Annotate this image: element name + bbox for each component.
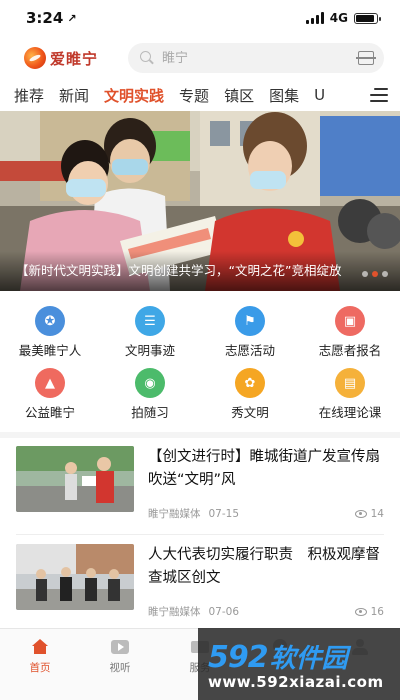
eye-icon — [354, 509, 367, 518]
person-award-icon: ✪ — [35, 306, 65, 336]
news-thumbnail-image — [16, 544, 134, 610]
news-source: 睢宁融媒体 — [148, 508, 201, 520]
channel-tabs: 推荐 新闻 文明实践 专题 镇区 图集 U — [0, 80, 400, 110]
quick-link-item[interactable]: ✪ 最美睢宁人 — [0, 300, 100, 362]
scan-icon[interactable] — [356, 51, 376, 65]
quick-link-item[interactable]: ▲ 公益睢宁 — [0, 362, 100, 424]
section-divider — [0, 432, 400, 438]
battery-fill — [356, 14, 374, 22]
banner-carousel[interactable]: 【新时代文明实践】文明创建共学习，“文明之花”竞相绽放 — [0, 111, 400, 291]
tabs-fade — [346, 80, 370, 110]
quick-link-label: 拍随习 — [131, 405, 169, 420]
document-list-icon: ☰ — [135, 306, 165, 336]
flag-icon: ⚑ — [235, 306, 265, 336]
nav-item[interactable]: 首页 — [0, 629, 80, 700]
nav-label: 视听 — [109, 662, 131, 674]
news-meta: 睢宁融媒体 07-06 16 — [148, 604, 384, 619]
news-separator — [16, 534, 384, 535]
quick-link-item[interactable]: ▣ 志愿者报名 — [300, 300, 400, 362]
watermark-brand: 592 软件园 — [208, 638, 400, 675]
clock-text: 3:24 — [26, 9, 64, 27]
status-bar: 3:24 ↗ 4G — [0, 0, 400, 36]
tab-item[interactable]: 新闻 — [59, 85, 89, 106]
tab-item[interactable]: U — [314, 86, 325, 104]
watermark-brand-text: 软件园 — [269, 643, 348, 674]
tab-item[interactable]: 图集 — [269, 85, 299, 106]
quick-link-label: 文明事迹 — [124, 343, 175, 358]
news-view-count: 16 — [370, 605, 384, 618]
search-input[interactable] — [162, 50, 358, 66]
banner-dot[interactable] — [382, 271, 388, 277]
nav-label: 首页 — [29, 662, 51, 674]
app-header: 爱睢宁 — [0, 38, 400, 78]
tab-item[interactable]: 推荐 — [14, 85, 44, 106]
quick-link-label: 在线理论课 — [318, 405, 382, 420]
site-watermark: 592 软件园 www.592xiazai.com — [198, 628, 400, 700]
watermark-url: www.592xiazai.com — [208, 672, 384, 691]
news-title[interactable]: 【创文进行时】睢城街道广发宣传扇 吹送“文明”风 — [148, 446, 384, 492]
signal-icon — [305, 12, 324, 24]
app-name: 爱睢宁 — [50, 49, 99, 68]
news-views: 16 — [354, 605, 384, 618]
banner-dots — [362, 271, 388, 277]
banner-dot[interactable] — [372, 271, 378, 277]
quick-link-item[interactable]: ⚑ 志愿活动 — [200, 300, 300, 362]
menu-icon[interactable] — [370, 88, 388, 102]
status-time: 3:24 ↗ — [26, 9, 77, 27]
news-item[interactable]: 【创文进行时】睢城街道广发宣传扇 吹送“文明”风 睢宁融媒体 07-15 14 — [16, 446, 384, 526]
video-icon — [111, 639, 129, 655]
location-arrow-icon: ↗ — [67, 11, 77, 25]
tab-item[interactable]: 镇区 — [224, 85, 254, 106]
status-indicators: 4G — [305, 11, 381, 25]
flower-icon: ✿ — [235, 368, 265, 398]
news-date: 07-15 — [208, 507, 240, 520]
news-date: 07-06 — [208, 605, 240, 618]
quick-link-label: 秀文明 — [231, 405, 269, 420]
nav-item[interactable]: 视听 — [80, 629, 160, 700]
network-label: 4G — [329, 11, 348, 25]
news-body: 人大代表切实履行职责 积极观摩督查城区创文 睢宁融媒体 07-06 16 — [148, 544, 384, 624]
quick-links-grid: ✪ 最美睢宁人 ☰ 文明事迹 ⚑ 志愿活动 ▣ 志愿者报名 ▲ 公益睢宁 ◉ 拍随习 ✿ 秀文明 ▤ 在线理论… — [0, 300, 400, 430]
news-item[interactable]: 人大代表切实履行职责 积极观摩督查城区创文 睢宁融媒体 07-06 16 — [16, 544, 384, 624]
eye-icon — [354, 607, 367, 616]
logo-mark-icon — [24, 47, 46, 69]
watermark-number: 592 — [208, 639, 269, 675]
banner-caption: 【新时代文明实践】文明创建共学习，“文明之花”竞相绽放 — [16, 263, 342, 278]
signup-form-icon: ▣ — [335, 306, 365, 336]
news-thumbnail — [16, 544, 134, 610]
search-icon — [140, 51, 154, 65]
quick-link-item[interactable]: ▤ 在线理论课 — [300, 362, 400, 424]
news-meta: 睢宁融媒体 07-15 14 — [148, 506, 384, 521]
camera-icon: ◉ — [135, 368, 165, 398]
quick-link-item[interactable]: ✿ 秀文明 — [200, 362, 300, 424]
news-body: 【创文进行时】睢城街道广发宣传扇 吹送“文明”风 睢宁融媒体 07-15 14 — [148, 446, 384, 526]
news-view-count: 14 — [370, 507, 384, 520]
tab-item[interactable]: 文明实践 — [104, 85, 164, 106]
quick-link-label: 志愿者报名 — [318, 343, 382, 358]
graduation-cap-icon: ▲ — [35, 368, 65, 398]
quick-link-item[interactable]: ☰ 文明事迹 — [100, 300, 200, 362]
home-icon — [31, 639, 49, 655]
app-logo[interactable]: 爱睢宁 — [24, 47, 120, 69]
battery-icon — [354, 12, 381, 24]
news-thumbnail-image — [16, 446, 134, 512]
search-box[interactable] — [128, 43, 384, 73]
banner-dot[interactable] — [362, 271, 368, 277]
tab-item[interactable]: 专题 — [179, 85, 209, 106]
news-thumbnail — [16, 446, 134, 512]
news-views: 14 — [354, 507, 384, 520]
quick-link-label: 公益睢宁 — [24, 405, 75, 420]
news-source: 睢宁融媒体 — [148, 606, 201, 618]
quick-link-label: 志愿活动 — [224, 343, 275, 358]
quick-link-label: 最美睢宁人 — [18, 343, 82, 358]
news-title[interactable]: 人大代表切实履行职责 积极观摩督查城区创文 — [148, 544, 384, 590]
quick-link-item[interactable]: ◉ 拍随习 — [100, 362, 200, 424]
book-icon: ▤ — [335, 368, 365, 398]
